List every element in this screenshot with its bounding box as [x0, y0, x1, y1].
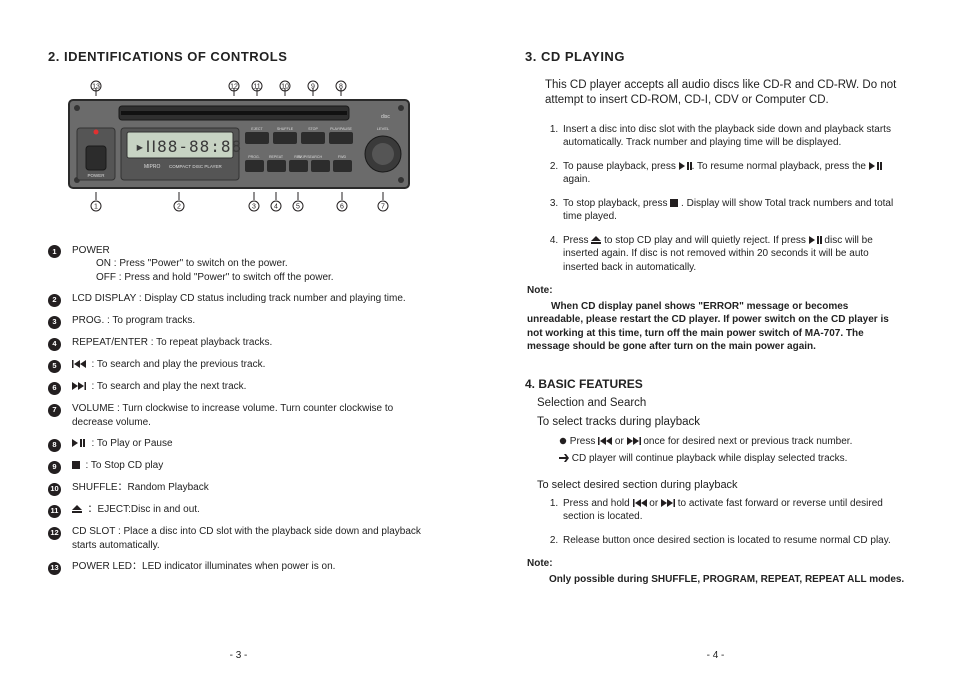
control-item: 8 : To Play or Pause	[48, 437, 429, 451]
control-item: 6 : To search and play the next track.	[48, 380, 429, 394]
svg-text:8: 8	[339, 83, 343, 90]
bullet-icon	[559, 437, 567, 445]
step-item: Press to stop CD play and will quietly r…	[561, 234, 906, 275]
playpause-icon	[869, 162, 882, 170]
svg-text:7: 7	[381, 203, 385, 210]
svg-text:STOP: STOP	[308, 127, 318, 131]
page-number-right: - 4 -	[477, 649, 954, 663]
control-number-badge: 10	[48, 483, 61, 496]
control-number-badge: 11	[48, 505, 61, 518]
svg-text:2: 2	[177, 203, 181, 210]
svg-text:SHUFFLE: SHUFFLE	[276, 127, 293, 131]
control-number-badge: 5	[48, 360, 61, 373]
step-item: Release button once desired section is l…	[561, 534, 906, 548]
svg-text:3: 3	[252, 203, 256, 210]
svg-text:COMPACT DISC PLAYER: COMPACT DISC PLAYER	[169, 164, 223, 169]
playpause-icon	[809, 236, 822, 244]
note-4-body: Only possible during SHUFFLE, PROGRAM, R…	[549, 573, 906, 587]
control-item: 5 : To search and play the previous trac…	[48, 358, 429, 372]
step-item: To pause playback, press . To resume nor…	[561, 160, 906, 187]
svg-text:PLAY/PAUSE: PLAY/PAUSE	[330, 127, 352, 131]
control-number-badge: 1	[48, 245, 61, 258]
prev-icon	[633, 499, 647, 507]
page-left: 2. IDENTIFICATIONS OF CONTROLS disc POWE…	[0, 0, 477, 676]
note-3-body: When CD display panel shows "ERROR" mess…	[527, 300, 906, 354]
page-right: 3. CD PLAYING This CD player accepts all…	[477, 0, 954, 676]
step-item: To stop playback, press . Display will s…	[561, 197, 906, 224]
svg-text:10: 10	[281, 83, 289, 90]
section-4-sub1: Selection and Search	[537, 396, 906, 412]
svg-text:4: 4	[274, 203, 278, 210]
section-3-heading: 3. CD PLAYING	[525, 48, 906, 66]
section-3-steps: Insert a disc into disc slot with the pl…	[561, 123, 906, 275]
svg-text:REPEAT: REPEAT	[268, 155, 283, 159]
control-number-badge: 4	[48, 338, 61, 351]
eject-icon	[591, 236, 601, 244]
page-spread: 2. IDENTIFICATIONS OF CONTROLS disc POWE…	[0, 0, 954, 676]
next-icon	[627, 437, 641, 445]
eject-icon	[72, 505, 82, 513]
playpause-icon	[679, 162, 692, 170]
svg-text:FWD: FWD	[337, 155, 346, 159]
step-item: Insert a disc into disc slot with the pl…	[561, 123, 906, 150]
playpause-icon	[72, 439, 86, 447]
control-item: 3PROG. : To program tracks.	[48, 314, 429, 328]
svg-text:11: 11	[253, 83, 260, 90]
note-3-label: Note:	[527, 284, 906, 298]
control-number-badge: 8	[48, 439, 61, 452]
section-4-heading: 4. BASIC FEATURES	[525, 376, 906, 392]
svg-text:1: 1	[94, 203, 98, 210]
bullet-item: CD player will continue playback while d…	[559, 452, 906, 466]
cd-player-diagram: disc POWER ▸ⅠⅠ88-88:88 MIPRO COMPACT DIS…	[59, 78, 419, 228]
control-item: 11 ：EJECT:Disc in and out.	[48, 503, 429, 517]
next-icon	[661, 499, 675, 507]
control-item: 9 : To Stop CD play	[48, 459, 429, 473]
svg-text:EJECT: EJECT	[251, 127, 263, 131]
svg-text:6: 6	[340, 203, 344, 210]
svg-text:MIPRO: MIPRO	[144, 164, 161, 170]
svg-text:LEVEL: LEVEL	[376, 126, 389, 131]
control-item: 7VOLUME : Turn clockwise to increase vol…	[48, 402, 429, 429]
prev-icon	[598, 437, 612, 445]
section-4-sub2: To select tracks during playback	[537, 415, 906, 431]
prev-icon	[72, 360, 86, 368]
svg-text:13: 13	[92, 83, 100, 90]
control-number-badge: 7	[48, 404, 61, 417]
svg-text:PROG.: PROG.	[248, 155, 260, 159]
stop-icon	[670, 199, 678, 207]
controls-list: 1POWERON : Press "Power" to switch on th…	[48, 244, 429, 575]
control-number-badge: 6	[48, 382, 61, 395]
page-number-left: - 3 -	[0, 649, 477, 663]
control-item: 2LCD DISPLAY : Display CD status includi…	[48, 292, 429, 306]
arrow-icon	[559, 454, 569, 462]
bullet-item: Press or once for desired next or previo…	[559, 435, 906, 449]
section-4-bullets: Press or once for desired next or previo…	[559, 435, 906, 466]
section-4-sub3: To select desired section during playbac…	[537, 478, 906, 493]
svg-text:POWER: POWER	[87, 173, 105, 178]
stop-icon	[72, 461, 80, 469]
control-number-badge: 2	[48, 294, 61, 307]
control-item: 1POWERON : Press "Power" to switch on th…	[48, 244, 429, 285]
control-item: 10SHUFFLE：Random Playback	[48, 481, 429, 495]
svg-text:▸ⅠⅠ88-88:88: ▸ⅠⅠ88-88:88	[135, 137, 242, 156]
control-number-badge: 13	[48, 562, 61, 575]
section-2-heading: 2. IDENTIFICATIONS OF CONTROLS	[48, 48, 429, 66]
control-item: 4REPEAT/ENTER : To repeat playback track…	[48, 336, 429, 350]
next-icon	[72, 382, 86, 390]
step-item: Press and hold or to activate fast forwa…	[561, 497, 906, 524]
svg-text:SKIP/SEARCH: SKIP/SEARCH	[297, 155, 322, 159]
control-number-badge: 12	[48, 527, 61, 540]
section-4-steps: Press and hold or to activate fast forwa…	[561, 497, 906, 548]
control-item: 13POWER LED：LED indicator illuminates wh…	[48, 560, 429, 574]
section-3-intro: This CD player accepts all audio discs l…	[545, 78, 906, 109]
svg-text:5: 5	[296, 203, 300, 210]
control-number-badge: 9	[48, 461, 61, 474]
control-number-badge: 3	[48, 316, 61, 329]
control-item: 12CD SLOT : Place a disc into CD slot wi…	[48, 525, 429, 552]
svg-text:12: 12	[230, 83, 238, 90]
svg-text:disc: disc	[381, 114, 390, 120]
note-4-label: Note:	[527, 557, 906, 571]
svg-text:9: 9	[311, 83, 315, 90]
